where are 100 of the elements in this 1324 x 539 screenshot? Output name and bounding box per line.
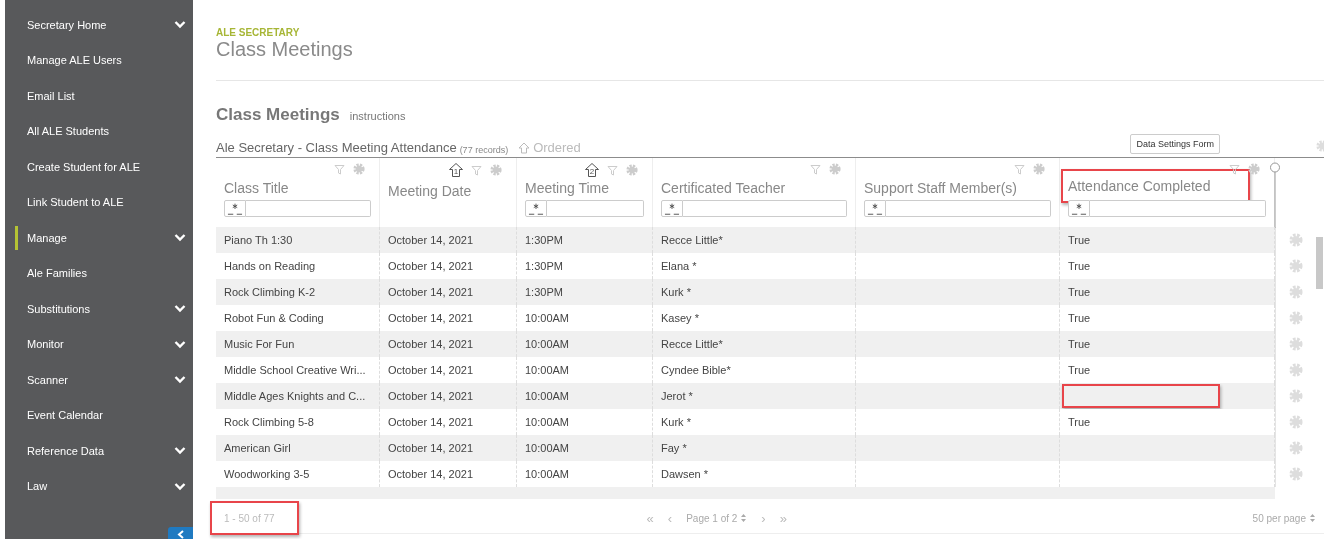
record-range: 1 - 50 of 77: [224, 512, 275, 524]
wildcard-icon[interactable]: [525, 200, 547, 217]
column-header[interactable]: Support Staff Member(s): [864, 176, 1018, 200]
settings-icon[interactable]: [490, 164, 502, 176]
table-cell: 10:00AM: [525, 442, 570, 454]
sidebar-item[interactable]: Manage ALE Users: [5, 42, 193, 78]
sidebar-item[interactable]: Link Student to ALE: [5, 184, 193, 220]
sidebar-item[interactable]: Email List: [5, 78, 193, 114]
table-cell: Recce Little*: [661, 234, 723, 246]
sidebar-item[interactable]: Scanner: [5, 362, 193, 398]
table-cell: October 14, 2021: [388, 338, 473, 350]
table-cell: Kurk *: [661, 416, 691, 428]
filter-icon[interactable]: [1229, 163, 1240, 175]
column-header[interactable]: Certificated Teacher: [661, 176, 786, 200]
settings-icon[interactable]: [353, 163, 365, 175]
filter-icon[interactable]: [607, 164, 618, 176]
filter-icon[interactable]: [1014, 163, 1025, 175]
table-cell: Robot Fun & Coding: [224, 312, 324, 324]
filter-icon[interactable]: [810, 163, 821, 175]
table-cell: October 14, 2021: [388, 468, 473, 480]
table-cell: Woodworking 3-5: [224, 468, 310, 480]
table-cell: Kurk *: [661, 286, 691, 298]
wildcard-icon[interactable]: [1068, 200, 1090, 217]
settings-icon[interactable]: [1033, 163, 1045, 175]
column-header[interactable]: Meeting Date: [388, 179, 472, 203]
updown-icon: [740, 513, 748, 523]
sidebar-item[interactable]: Manage: [5, 220, 193, 256]
table-cell: October 14, 2021: [388, 286, 473, 298]
wildcard-icon[interactable]: [661, 200, 683, 217]
column-resize-handle[interactable]: [1268, 162, 1282, 228]
table-cell: 1:30PM: [525, 260, 563, 272]
column-header[interactable]: Meeting Time: [525, 176, 610, 200]
table-cell: October 14, 2021: [388, 364, 473, 376]
table-cell: Kasey *: [661, 312, 699, 324]
filter-field[interactable]: [886, 200, 1051, 217]
sidebar-item[interactable]: Reference Data: [5, 433, 193, 469]
sidebar-item[interactable]: Law: [5, 468, 193, 504]
table-cell: Rock Climbing 5-8: [224, 416, 314, 428]
table-cell: October 14, 2021: [388, 390, 473, 402]
table-cell: Piano Th 1:30: [224, 234, 293, 246]
sidebar-item[interactable]: All ALE Students: [5, 113, 193, 149]
table-cell: 10:00AM: [525, 338, 570, 350]
settings-icon[interactable]: [1248, 163, 1260, 175]
record-count: (77 records): [459, 145, 509, 155]
order-label: Ordered: [533, 140, 581, 155]
table-cell: Middle Ages Knights and C...: [224, 390, 366, 402]
sidebar-item[interactable]: Create Student for ALE: [5, 149, 193, 185]
table-cell: October 14, 2021: [388, 416, 473, 428]
table-cell: Dawsen *: [661, 468, 709, 480]
updown-icon: [1309, 513, 1316, 523]
filter-field[interactable]: [1090, 200, 1266, 217]
sidebar-item[interactable]: Secretary Home: [5, 7, 193, 43]
table-cell: Cyndee Bible*: [661, 364, 731, 376]
table-cell: Rock Climbing K-2: [224, 286, 316, 298]
table-cell: 10:00AM: [525, 312, 570, 324]
table-cell: Jerot *: [661, 390, 693, 402]
chevron-down-icon: [174, 375, 186, 385]
table-cell: 10:00AM: [525, 416, 570, 428]
filter-icon[interactable]: [471, 164, 482, 176]
table-cell: October 14, 2021: [388, 442, 473, 454]
filter-icon[interactable]: [334, 163, 345, 175]
table-cell: 1:30PM: [525, 286, 563, 298]
breadcrumb-label: ALE SECRETARY: [216, 27, 301, 38]
collapse-button[interactable]: [168, 527, 193, 539]
table-cell: 10:00AM: [525, 390, 570, 402]
table-cell: Recce Little*: [661, 338, 723, 350]
sort-icon: [518, 141, 531, 154]
table-cell: Middle School Creative Wri...: [224, 364, 366, 376]
table-title: Ale Secretary - Class Meeting Attendance: [216, 140, 457, 155]
table-cell: Hands on Reading: [224, 260, 316, 272]
sidebar-item[interactable]: Ale Families: [5, 255, 193, 291]
chevron-down-icon: [174, 304, 186, 314]
wildcard-icon[interactable]: [224, 200, 246, 217]
table-cell: 1:30PM: [525, 234, 563, 246]
table-cell: Music For Fun: [224, 338, 295, 350]
data-settings-button[interactable]: Data Settings Form: [1130, 134, 1220, 154]
sidebar-item[interactable]: Event Calendar: [5, 397, 193, 433]
chevron-left-icon: [176, 530, 185, 539]
filter-field[interactable]: [547, 200, 644, 217]
column-header[interactable]: Class Title: [224, 176, 289, 200]
sidebar-item[interactable]: Monitor: [5, 326, 193, 362]
chevron-down-icon: [174, 446, 186, 456]
settings-icon[interactable]: [626, 164, 638, 176]
filter-field[interactable]: [246, 200, 371, 217]
table-cell: Fay *: [661, 442, 687, 454]
instructions-link[interactable]: instructions: [349, 110, 406, 122]
sort-order-badge[interactable]: 1: [449, 163, 463, 177]
chevron-down-icon: [174, 20, 186, 30]
section-title: Class Meetings: [216, 105, 340, 125]
chevron-down-icon: [174, 339, 186, 349]
horizontal-scrollbar[interactable]: [216, 487, 1275, 499]
page-title: Class Meetings: [216, 38, 354, 60]
table-cell: 10:00AM: [525, 468, 570, 480]
table-cell: October 14, 2021: [388, 234, 473, 246]
table-cell: 10:00AM: [525, 364, 570, 376]
filter-field[interactable]: [683, 200, 847, 217]
sidebar-item[interactable]: Substitutions: [5, 291, 193, 327]
wildcard-icon[interactable]: [864, 200, 886, 217]
sort-order-badge[interactable]: 2: [585, 163, 599, 177]
settings-icon[interactable]: [829, 163, 841, 175]
